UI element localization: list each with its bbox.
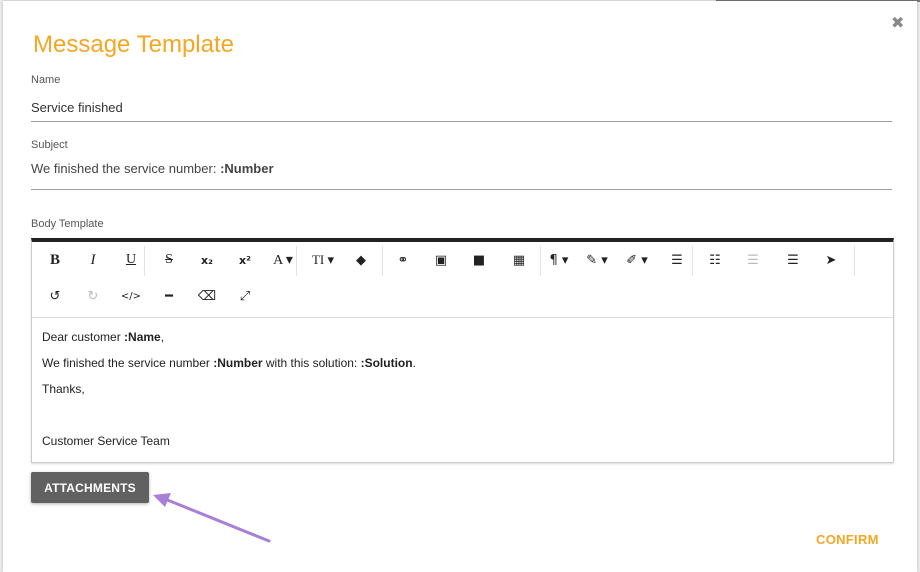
redo-button[interactable]: ↻ <box>78 282 108 310</box>
horizontal-rule-button[interactable]: ━ <box>154 282 184 310</box>
brush-dropdown[interactable]: ✐ ▾ <box>622 246 652 274</box>
toolbar-separator <box>382 246 383 276</box>
font-family-dropdown[interactable]: A ▾ <box>268 246 298 274</box>
subject-prefix: We finished the service number: <box>31 161 221 176</box>
indent-button[interactable]: ☰ <box>778 246 808 274</box>
body-line: Customer Service Team <box>42 434 170 448</box>
editor-content[interactable]: Dear customer :Name, We finished the serv… <box>42 324 416 454</box>
superscript-button[interactable]: x² <box>230 246 260 274</box>
eraser-button[interactable]: ⌫ <box>192 282 222 310</box>
unordered-list-button[interactable]: ☷ <box>700 246 730 274</box>
subject-variable: :Number <box>220 161 274 176</box>
body-line <box>42 402 416 428</box>
subject-underline <box>31 189 892 190</box>
subscript-button[interactable]: x₂ <box>192 246 222 274</box>
undo-button[interactable]: ↺ <box>40 282 70 310</box>
name-label: Name <box>31 74 61 86</box>
toolbar-separator <box>144 246 145 276</box>
subject-input[interactable]: We finished the service number: :Number <box>31 161 274 176</box>
message-template-modal: ✖ Message Template Name Subject We finis… <box>3 1 917 572</box>
toolbar-separator <box>540 246 541 276</box>
ordered-list-button[interactable]: ☰ <box>662 246 692 274</box>
fullscreen-button[interactable]: ⤢ <box>230 282 260 310</box>
toolbar-separator <box>854 246 855 276</box>
annotation-arrow-icon <box>153 493 271 543</box>
body-line: Thanks, <box>42 382 85 396</box>
paragraph-dropdown[interactable]: ¶ ▾ <box>544 246 574 274</box>
toolbar-separator <box>296 246 297 276</box>
table-button[interactable]: ▦ <box>504 246 534 274</box>
style-dropdown[interactable]: ✎ ▾ <box>582 246 612 274</box>
attachments-button[interactable]: ATTACHMENTS <box>31 472 149 503</box>
confirm-button[interactable]: CONFIRM <box>816 532 879 547</box>
italic-button[interactable]: I <box>78 246 108 274</box>
close-icon[interactable]: ✖ <box>891 16 904 32</box>
body-line: We finished the service number :Number w… <box>42 356 416 370</box>
name-input[interactable] <box>31 93 892 122</box>
image-button[interactable]: ▣ <box>426 246 456 274</box>
code-view-button[interactable]: </> <box>116 282 146 310</box>
modal-title: Message Template <box>33 31 234 58</box>
underline-button[interactable]: U <box>116 246 146 274</box>
body-template-label: Body Template <box>31 218 104 230</box>
editor-toolbar: B I U Sx₂ x² A ▾ TI ▾ ◆ ⚭ ▣ ■ ▦ ¶ ▾ ✎ ▾ ✐ ▾ ☰ ☷ ☰ ☰ ➤ ↺ ↻ </> ━… <box>32 242 893 318</box>
font-size-dropdown[interactable]: TI ▾ <box>308 246 338 274</box>
select-button[interactable]: ➤ <box>816 246 846 274</box>
bold-button[interactable]: B <box>40 246 70 274</box>
body-line: Dear customer :Name, <box>42 330 165 344</box>
video-button[interactable]: ■ <box>464 246 494 274</box>
rich-text-editor: B I U Sx₂ x² A ▾ TI ▾ ◆ ⚭ ▣ ■ ▦ ¶ ▾ ✎ ▾ ✐ ▾ ☰ ☷ ☰ ☰ ➤ ↺ ↻ </> ━… <box>31 238 894 463</box>
color-button[interactable]: ◆ <box>346 246 376 274</box>
link-button[interactable]: ⚭ <box>388 246 418 274</box>
outdent-button[interactable]: ☰ <box>738 246 768 274</box>
toolbar-separator <box>692 246 693 276</box>
subject-label: Subject <box>31 139 68 151</box>
strikethrough-button[interactable]: S <box>154 246 184 274</box>
